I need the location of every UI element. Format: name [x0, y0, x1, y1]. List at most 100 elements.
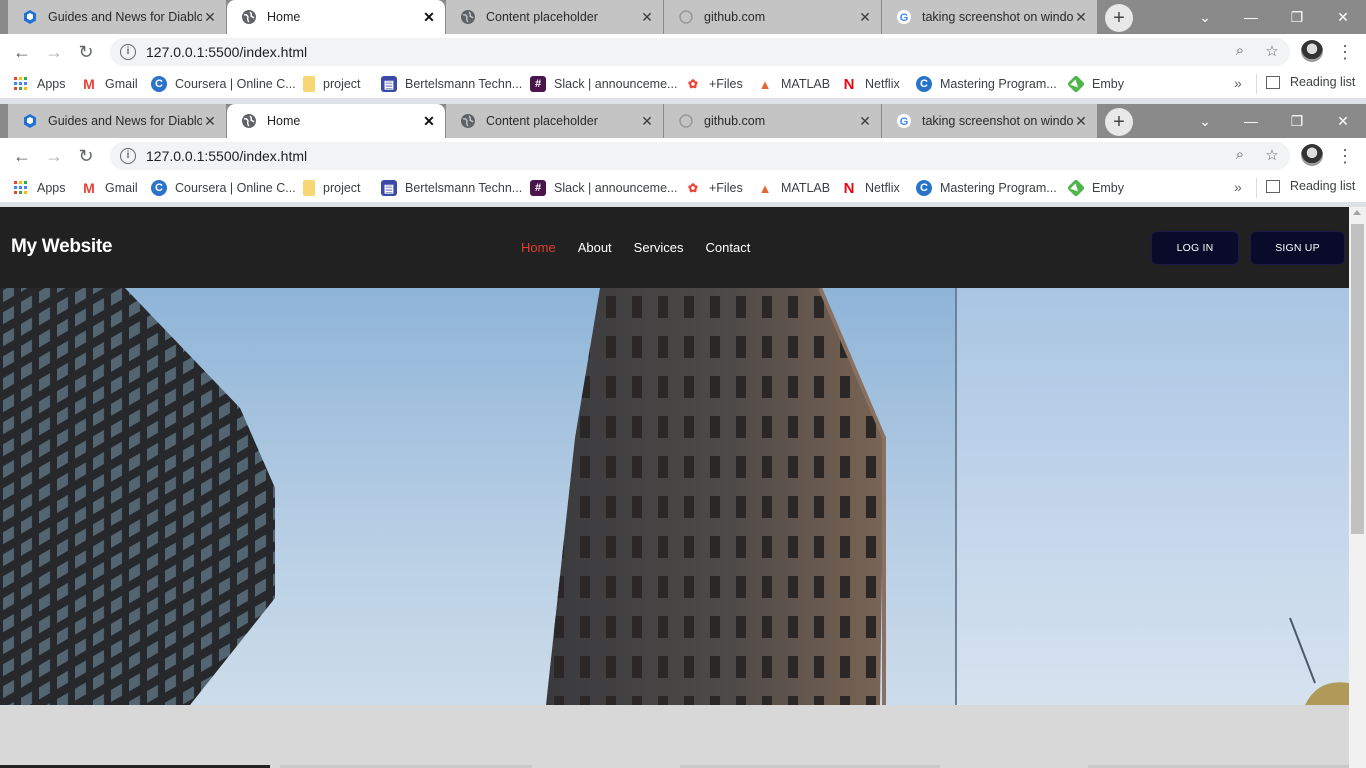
- bookmark-project[interactable]: project: [303, 179, 361, 197]
- bookmark-project[interactable]: project: [303, 75, 361, 93]
- reload-icon[interactable]: ↻: [74, 144, 98, 168]
- more-bookmarks-icon[interactable]: »: [1234, 179, 1242, 195]
- nav-link-home[interactable]: Home: [521, 240, 556, 255]
- close-icon[interactable]: ✕: [1073, 113, 1089, 129]
- minimize-icon[interactable]: —: [1228, 104, 1274, 138]
- login-button[interactable]: LOG IN: [1151, 231, 1239, 265]
- browser-toolbar: ← → ↻ i 127.0.0.1:5500/index.html ⌕ ☆ ⋮: [0, 34, 1366, 70]
- divider: [1256, 74, 1257, 94]
- site-info-icon[interactable]: i: [120, 44, 136, 60]
- more-bookmarks-icon[interactable]: »: [1234, 75, 1242, 91]
- scrollbar-thumb[interactable]: [1351, 224, 1364, 534]
- minimize-icon[interactable]: —: [1228, 0, 1274, 34]
- tab-home[interactable]: Home ✕: [227, 0, 445, 34]
- back-icon[interactable]: ←: [10, 144, 34, 168]
- close-icon[interactable]: ✕: [857, 9, 873, 25]
- bookmark-apps[interactable]: Apps: [13, 179, 66, 197]
- tab-home[interactable]: Home ✕: [227, 104, 445, 138]
- site-info-icon[interactable]: i: [120, 148, 136, 164]
- close-icon[interactable]: ✕: [639, 9, 655, 25]
- zoom-icon[interactable]: ⌕: [1230, 146, 1250, 166]
- back-icon[interactable]: ←: [10, 40, 34, 64]
- bookmark-gmail[interactable]: M Gmail: [81, 179, 138, 197]
- bookmark-star-icon[interactable]: ☆: [1262, 42, 1282, 62]
- close-icon[interactable]: ✕: [202, 113, 218, 129]
- tab-search-icon[interactable]: ⌄: [1182, 104, 1228, 138]
- bookmark-files[interactable]: ✿ +Files: [685, 179, 743, 197]
- tab-diablo[interactable]: Guides and News for Diablo ✕: [8, 104, 226, 138]
- bookmark-matlab[interactable]: ▲ MATLAB: [757, 75, 831, 93]
- forward-icon[interactable]: →: [42, 40, 66, 64]
- slack-icon: #: [530, 180, 546, 196]
- bookmark-slack[interactable]: # Slack | announceme...: [530, 75, 677, 93]
- new-tab-button[interactable]: +: [1105, 4, 1133, 32]
- bookmark-mastering-programming[interactable]: C Mastering Program...: [916, 179, 1057, 197]
- page-viewport: My Website Home About Services Contact L…: [0, 207, 1349, 768]
- close-icon[interactable]: ✕: [202, 9, 218, 25]
- bookmark-coursera[interactable]: C Coursera | Online C...: [151, 75, 296, 93]
- tab-diablo[interactable]: Guides and News for Diablo ✕: [8, 0, 226, 34]
- google-icon: G: [896, 113, 912, 129]
- site-logo[interactable]: My Website: [11, 236, 112, 258]
- bookmark-coursera[interactable]: C Coursera | Online C...: [151, 179, 296, 197]
- tab-github[interactable]: github.com ✕: [664, 0, 881, 34]
- diablo-cube-icon: [22, 9, 38, 25]
- bookmark-files[interactable]: ✿ +Files: [685, 75, 743, 93]
- reading-list-button[interactable]: Reading list: [1266, 75, 1355, 89]
- close-icon[interactable]: ✕: [857, 113, 873, 129]
- tab-title: taking screenshot on window: [922, 114, 1073, 128]
- close-icon[interactable]: ✕: [421, 113, 437, 129]
- bookmark-bertelsmann[interactable]: ▤ Bertelsmann Techn...: [381, 75, 522, 93]
- coursera-icon: C: [151, 76, 167, 92]
- close-window-icon[interactable]: ✕: [1320, 104, 1366, 138]
- gmail-icon: M: [83, 180, 95, 196]
- close-icon[interactable]: ✕: [639, 113, 655, 129]
- restore-icon[interactable]: ❐: [1274, 104, 1320, 138]
- tab-github[interactable]: github.com ✕: [664, 104, 881, 138]
- reload-icon[interactable]: ↻: [74, 40, 98, 64]
- page-scrollbar[interactable]: [1349, 207, 1366, 768]
- nav-link-services[interactable]: Services: [634, 240, 684, 255]
- browser-chrome: Guides and News for Diablo ✕ Home ✕ Cont…: [0, 0, 1366, 104]
- avatar[interactable]: [1301, 144, 1323, 166]
- avatar[interactable]: [1301, 40, 1323, 62]
- restore-icon[interactable]: ❐: [1274, 0, 1320, 34]
- menu-icon[interactable]: ⋮: [1335, 40, 1355, 64]
- close-icon[interactable]: ✕: [421, 9, 437, 25]
- bookmark-apps[interactable]: Apps: [13, 75, 66, 93]
- bookmark-slack[interactable]: # Slack | announceme...: [530, 179, 677, 197]
- bookmark-netflix[interactable]: N Netflix: [841, 75, 900, 93]
- zoom-icon[interactable]: ⌕: [1230, 42, 1250, 62]
- bookmark-emby[interactable]: ▶ Emby: [1066, 178, 1124, 198]
- bookmark-star-icon[interactable]: ☆: [1262, 146, 1282, 166]
- coursera-icon: C: [916, 180, 932, 196]
- bookmark-bertelsmann[interactable]: ▤ Bertelsmann Techn...: [381, 179, 522, 197]
- scroll-up-icon[interactable]: [1353, 210, 1361, 215]
- nav-link-contact[interactable]: Contact: [706, 240, 751, 255]
- tab-search-icon[interactable]: ⌄: [1182, 0, 1228, 34]
- hero-image: [0, 288, 1349, 705]
- bookmark-mastering-programming[interactable]: C Mastering Program...: [916, 75, 1057, 93]
- bookmark-matlab[interactable]: ▲ MATLAB: [757, 179, 831, 197]
- bookmark-netflix[interactable]: N Netflix: [841, 179, 900, 197]
- signup-button[interactable]: SIGN UP: [1250, 231, 1345, 265]
- address-bar[interactable]: i 127.0.0.1:5500/index.html ⌕ ☆: [110, 142, 1290, 170]
- close-icon[interactable]: ✕: [1073, 9, 1089, 25]
- bertelsmann-icon: ▤: [381, 76, 397, 92]
- bookmark-emby[interactable]: ▶ Emby: [1066, 74, 1124, 94]
- divider: [1256, 178, 1257, 198]
- nav-link-about[interactable]: About: [578, 240, 612, 255]
- address-bar[interactable]: i 127.0.0.1:5500/index.html ⌕ ☆: [110, 38, 1290, 66]
- new-tab-button[interactable]: +: [1105, 108, 1133, 136]
- tab-title: Home: [267, 114, 301, 128]
- tab-google-search[interactable]: G taking screenshot on window ✕: [882, 104, 1097, 138]
- close-window-icon[interactable]: ✕: [1320, 0, 1366, 34]
- tab-content-placeholder[interactable]: Content placeholder ✕: [446, 104, 663, 138]
- forward-icon[interactable]: →: [42, 144, 66, 168]
- tab-content-placeholder[interactable]: Content placeholder ✕: [446, 0, 663, 34]
- menu-icon[interactable]: ⋮: [1335, 144, 1355, 168]
- bookmark-gmail[interactable]: M Gmail: [81, 75, 138, 93]
- tab-google-search[interactable]: G taking screenshot on window ✕: [882, 0, 1097, 34]
- url-text: 127.0.0.1:5500/index.html: [146, 148, 308, 164]
- reading-list-button[interactable]: Reading list: [1266, 179, 1355, 193]
